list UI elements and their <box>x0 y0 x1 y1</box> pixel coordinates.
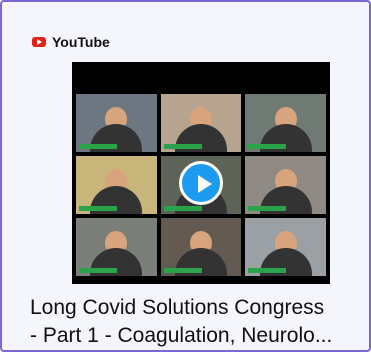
video-embed-card[interactable]: YouTube Long Covid Solutions Congress - … <box>0 0 371 352</box>
source-header: YouTube <box>32 34 110 50</box>
video-title-line-1: Long Covid Solutions Congress <box>30 296 325 319</box>
participant-tile <box>76 218 157 276</box>
participant-tile <box>245 218 326 276</box>
video-title[interactable]: Long Covid Solutions Congress - Part 1 -… <box>30 294 360 350</box>
participant-tile <box>245 156 326 214</box>
participant-tile <box>245 94 326 152</box>
play-button-icon[interactable] <box>179 161 223 205</box>
participant-tile <box>76 156 157 214</box>
participant-tile <box>160 218 242 276</box>
video-thumbnail[interactable] <box>72 62 330 284</box>
participant-tile <box>160 94 242 152</box>
youtube-logo-icon <box>32 37 46 47</box>
video-title-line-2: - Part 1 - Coagulation, Neurolo... <box>30 324 333 347</box>
source-name: YouTube <box>52 34 110 50</box>
participant-tile <box>76 94 157 152</box>
